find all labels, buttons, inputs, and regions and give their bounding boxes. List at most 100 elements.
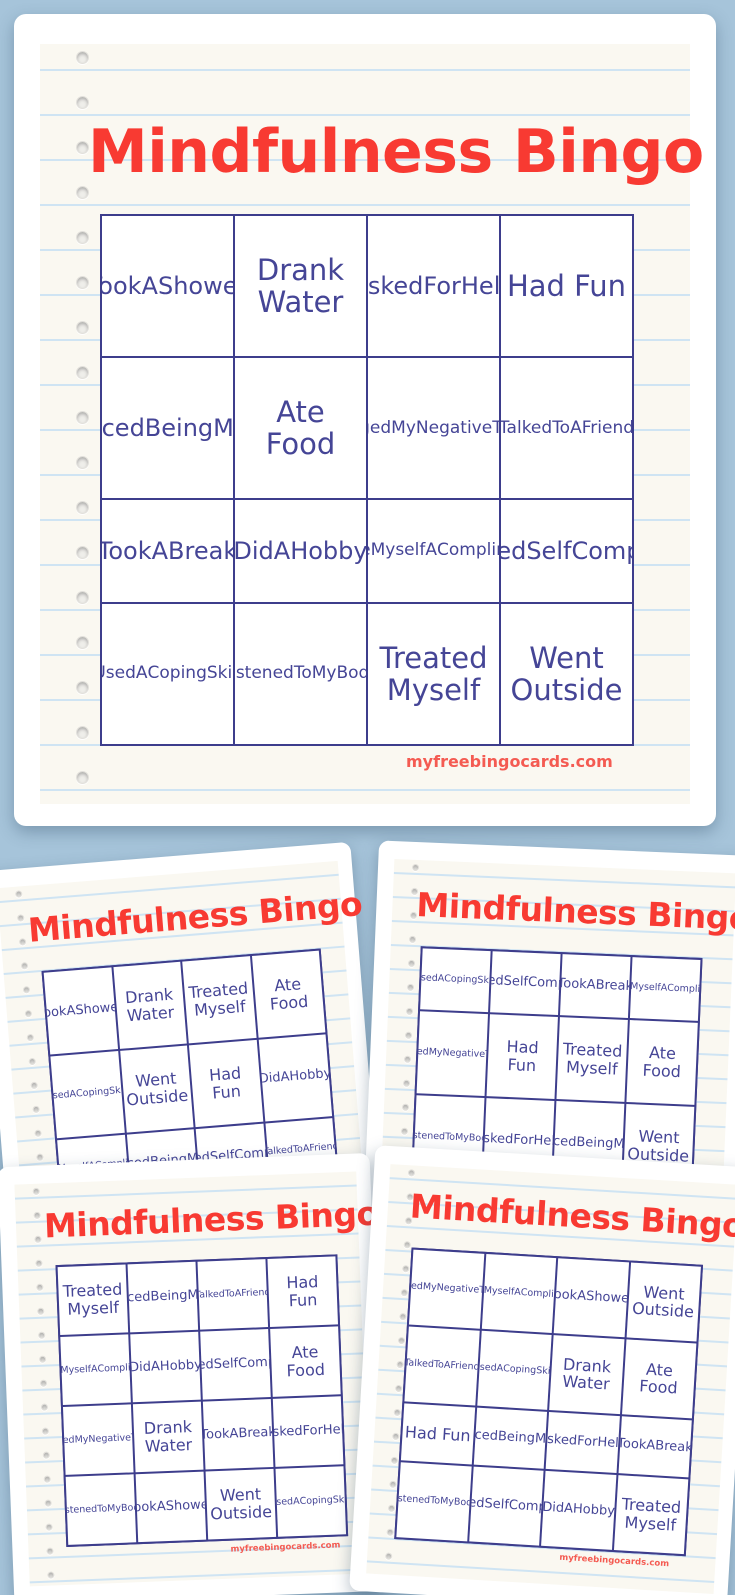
bingo-cell[interactable]: UsedACopingSkill [50,1050,125,1138]
bingo-cell[interactable]: TookAShower [135,1471,207,1543]
bingo-cell[interactable]: UsedACopingSkill [420,948,491,1013]
hole-punch [411,863,420,871]
hole-punch [44,1499,52,1507]
hole-punch [46,1547,54,1555]
bingo-cell[interactable]: ListenedToMyBody [396,1462,472,1542]
bingo-cell[interactable]: Treated Myself [57,1264,129,1336]
bingo-cell[interactable]: Drank Water [549,1335,624,1415]
bingo-cell[interactable]: Drank Water [235,216,366,357]
bingo-cell[interactable]: GaveMyselfACompliment [481,1253,557,1333]
hole-punch [35,1259,43,1267]
bingo-cell[interactable]: TookAShower [43,967,118,1055]
hole-punch [40,1403,49,1411]
hole-punch [36,1152,44,1161]
hole-punch [18,937,27,946]
hole-punch [76,455,89,469]
hole-punch [397,1336,406,1344]
hole-punch [33,1211,41,1219]
bingo-cell[interactable]: ListenedToMyBody [65,1474,137,1545]
bingo-cell[interactable]: Went Outside [501,603,632,744]
bingo-cell[interactable]: Took A Break [560,954,631,1018]
bingo-cell[interactable]: GaveMyselfACompliment [368,500,499,602]
hole-punch [30,1081,38,1089]
bingo-card-thumbnail-4[interactable]: Mindfulness Bingo Challenged My Negative Th… [349,1145,735,1595]
hole-punch [76,725,89,739]
bingo-cell[interactable]: UsedACopingSkill [102,603,233,744]
bingo-cell[interactable]: Took A Break [102,500,233,602]
bingo-cell[interactable]: PracticedSelfCompassion [501,500,632,602]
bingo-cell[interactable]: Treated Myself [368,603,499,744]
hole-punch [402,1079,411,1087]
bingo-cell[interactable]: Talked To A Friend [501,358,632,499]
bingo-cell[interactable]: Had Fun [486,1014,558,1100]
hole-punch [39,1379,48,1387]
bingo-cell[interactable]: Talked To A Friend [404,1326,480,1406]
hole-punch [16,913,25,922]
watermark-link[interactable]: myfreebingocards.com [406,752,613,771]
hole-punch [390,1456,399,1464]
hole-punch [36,1283,44,1291]
bingo-cell[interactable]: Went Outside [119,1045,194,1133]
bingo-cell[interactable]: Had Fun [501,216,632,357]
bingo-cell[interactable]: ChallengedMyNegativeThoughts [62,1404,134,1475]
bingo-cell[interactable]: Had Fun [267,1256,339,1327]
hole-punch [399,1312,407,1320]
bingo-cell[interactable]: Ate Food [626,1020,698,1106]
bingo-cell[interactable]: Did A Hobby [541,1470,616,1550]
bingo-cell[interactable]: Ate Food [621,1339,697,1419]
hole-punch [76,545,89,559]
bingo-cell[interactable]: AskedForHelp [545,1411,620,1474]
bingo-cell[interactable]: PracticedBeingMindful [473,1407,548,1469]
bingo-cell[interactable]: ChallengedMyNegativeThoughts [416,1011,488,1097]
bingo-grid: Treated Myself Practiced Being Mindful Talke… [55,1254,349,1547]
bingo-cell[interactable]: Drank Water [112,961,187,1049]
hole-punch [24,1009,33,1017]
bingo-cell[interactable]: Ate Food [270,1326,341,1397]
bingo-cell[interactable]: GaveMyselfACompliment [629,957,701,1021]
hole-punch [393,1408,401,1416]
bingo-cell[interactable]: ListenedToMyBody [235,603,366,744]
hole-punch [76,95,89,109]
bingo-cell[interactable]: Talked To A Friend [197,1259,269,1330]
bingo-cell[interactable]: UsedACopingSkill [275,1466,347,1537]
bingo-cell[interactable]: AskedForHelp [368,216,499,357]
bingo-cell[interactable]: Did A Hobby [258,1034,333,1122]
bingo-cell[interactable]: ChallengedMyNegativeThoughts [368,358,499,499]
bingo-cell[interactable]: Ate Food [235,358,366,499]
hole-punch [34,1235,42,1243]
bingo-cell[interactable]: TookAShower [553,1258,629,1338]
bingo-cell[interactable]: Treated Myself [613,1475,689,1555]
bingo-cell[interactable]: PracticedSelfCompassion [200,1329,271,1400]
bingo-card-thumbnail-3[interactable]: Mindfulness Bingo Treated Myself Practice… [0,1153,387,1595]
bingo-cell[interactable]: UsedACopingSkill [476,1330,552,1410]
hole-punch [401,1103,410,1111]
bingo-cell[interactable]: PracticedSelfCompassion [468,1466,544,1546]
bingo-cell[interactable]: PracticedBeingMindful [127,1261,199,1333]
hole-punch [47,1571,55,1579]
bingo-cell[interactable]: Treated Myself [182,956,257,1044]
bingo-cell[interactable]: Went Outside [205,1468,277,1540]
bingo-cell[interactable]: Went Outside [626,1262,701,1342]
bingo-cell[interactable]: PracticedBeingMindful [102,358,233,499]
bingo-cell[interactable]: GaveMyselfACompliment [60,1334,131,1405]
bingo-cell[interactable]: Did A Hobby [235,500,366,602]
hole-punch [76,320,89,334]
bingo-cell[interactable]: AskedForHelp [272,1396,344,1467]
bingo-cell[interactable]: Had Fun [188,1039,263,1127]
hole-punch [76,365,89,379]
bingo-cell[interactable]: PracticedSelfCompassion [490,951,561,1016]
bingo-cell[interactable]: Did A Hobby [130,1331,201,1403]
bingo-cell[interactable]: ChallengedMyNegativeThoughts [408,1249,484,1329]
hole-punch [406,983,415,991]
hole-punch [385,1552,393,1560]
bingo-cell[interactable]: Ate Food [251,950,326,1038]
bingo-cell[interactable]: Took A Break [202,1398,274,1470]
bingo-cell[interactable]: Took A Break [618,1416,692,1478]
bingo-cell[interactable]: Drank Water [132,1401,204,1473]
bingo-cell[interactable]: Had Fun [400,1403,475,1465]
bingo-cell[interactable]: TookAShower [102,216,233,357]
hole-punch [407,959,416,967]
bingo-cell[interactable]: Treated Myself [556,1017,628,1103]
hole-punch [389,1480,397,1488]
hole-punch [43,1475,51,1483]
